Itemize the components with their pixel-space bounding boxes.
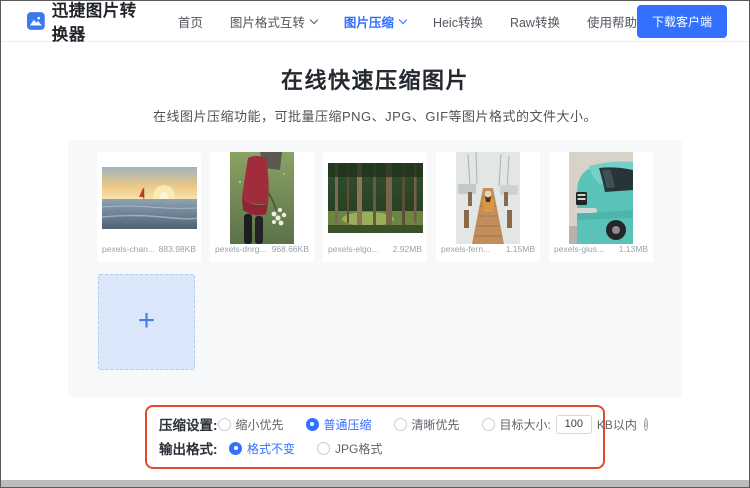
nav-item-raw-convert[interactable]: Raw转换 (510, 12, 560, 31)
sunset-beach-thumbnail (101, 167, 197, 229)
file-size: 883.98KB (158, 244, 196, 254)
plus-icon: + (137, 303, 156, 337)
file-size: 968.66KB (271, 244, 309, 254)
image-converter-logo-icon (27, 12, 45, 30)
file-card[interactable]: pexels-dnrg... 968.66KB (210, 152, 314, 262)
file-meta: pexels-dnrg... 968.66KB (210, 244, 314, 259)
nav-item-help[interactable]: 使用帮助 (587, 12, 637, 31)
radio-icon[interactable] (317, 441, 330, 455)
thumbnail-box (323, 152, 427, 244)
radio-option-jpg-format[interactable]: JPG格式 (317, 440, 405, 457)
teal-vintage-car-thumbnail (569, 152, 633, 244)
file-card[interactable]: pexels-gius... 1.13MB (549, 152, 653, 262)
hero-section: 在线快速压缩图片 在线图片压缩功能，可批量压缩PNG、JPG、GIF等图片格式的… (1, 42, 749, 125)
compression-settings-label: 压缩设置: (159, 418, 218, 433)
chevron-down-icon (309, 15, 319, 24)
file-name: pexels-fern... (441, 244, 491, 254)
nav-item-image-compress[interactable]: 图片压缩 (344, 12, 408, 31)
radio-icon[interactable] (217, 417, 231, 431)
add-image-button[interactable]: + (98, 274, 195, 370)
main-nav: 首页 图片格式互转 图片压缩 Heic转换 Raw转换 使用帮助 (178, 12, 637, 31)
radio-selected-icon[interactable] (229, 441, 242, 455)
radio-icon[interactable] (481, 417, 495, 431)
file-name: pexels-dnrg... (215, 244, 267, 254)
radio-icon[interactable] (393, 417, 407, 431)
file-meta: pexels-fern... 1.15MB (436, 244, 540, 259)
app-window: 迅捷图片转换器 首页 图片格式互转 图片压缩 Heic转换 Raw转换 使用帮助… (0, 0, 750, 488)
file-name: pexels-gius... (554, 244, 605, 254)
file-size: 2.92MB (392, 244, 422, 254)
file-name: pexels-chan... (102, 244, 155, 254)
file-meta: pexels-gius... 1.13MB (549, 244, 653, 259)
output-format-row: 输出格式: 格式不变 JPG格式 (159, 436, 591, 460)
radio-option-keep-format[interactable]: 格式不变 (229, 440, 317, 457)
nav-item-heic-convert[interactable]: Heic转换 (433, 12, 483, 31)
thumbnail-box (210, 152, 314, 244)
file-meta: pexels-chan... 883.98KB (97, 244, 201, 259)
page-title: 在线快速压缩图片 (280, 68, 469, 93)
target-size-unit: KB以内 (596, 417, 637, 432)
marina-pier-thumbnail (456, 152, 520, 244)
nav-item-format-convert[interactable]: 图片格式互转 (230, 12, 319, 31)
file-size: 1.13MB (618, 244, 648, 254)
brand-logo[interactable]: 迅捷图片转换器 (27, 1, 148, 45)
pine-forest-thumbnail (327, 163, 423, 233)
radio-option-target-size[interactable]: 目标大小: KB以内 i (481, 414, 648, 434)
file-list: pexels-chan... 883.98KB pexels-dnrg... 9… (97, 152, 653, 262)
info-icon[interactable]: i (643, 417, 648, 431)
radio-option-shrink-priority[interactable]: 缩小优先 (217, 416, 306, 433)
file-card[interactable]: pexels-chan... 883.98KB (97, 152, 201, 262)
file-card[interactable]: pexels-fern... 1.15MB (436, 152, 540, 262)
chevron-down-icon (398, 15, 408, 24)
page-subtitle: 在线图片压缩功能，可批量压缩PNG、JPG、GIF等图片格式的文件大小。 (152, 109, 598, 124)
top-navigation-bar: 迅捷图片转换器 首页 图片格式互转 图片压缩 Heic转换 Raw转换 使用帮助… (1, 1, 749, 45)
radio-option-normal-compression[interactable]: 普通压缩 (305, 416, 394, 433)
file-name: pexels-elgo... (328, 244, 379, 254)
radio-selected-icon[interactable] (305, 417, 319, 431)
radio-option-clarity-priority[interactable]: 清晰优先 (393, 416, 482, 433)
brand-name: 迅捷图片转换器 (51, 2, 137, 44)
thumbnail-box (436, 152, 540, 244)
file-card[interactable]: pexels-elgo... 2.92MB (323, 152, 427, 262)
file-meta: pexels-elgo... 2.92MB (323, 244, 427, 259)
compression-settings-row: 压缩设置: 缩小优先 普通压缩 清晰优先 目标大小: KB以内 i (159, 412, 648, 436)
thumbnail-box (549, 152, 653, 244)
file-size: 1.15MB (505, 244, 535, 254)
red-dress-field-thumbnail (230, 152, 294, 244)
settings-annotation-box: 压缩设置: 缩小优先 普通压缩 清晰优先 目标大小: KB以内 i (145, 405, 648, 469)
target-size-input[interactable] (555, 414, 592, 434)
upload-panel: pexels-chan... 883.98KB pexels-dnrg... 9… (68, 140, 682, 397)
bottom-frame-strip (1, 480, 749, 487)
thumbnail-box (97, 152, 201, 244)
download-client-button[interactable]: 下载客户端 (636, 4, 727, 38)
nav-item-home[interactable]: 首页 (178, 12, 203, 31)
output-format-label: 输出格式: (159, 442, 218, 457)
